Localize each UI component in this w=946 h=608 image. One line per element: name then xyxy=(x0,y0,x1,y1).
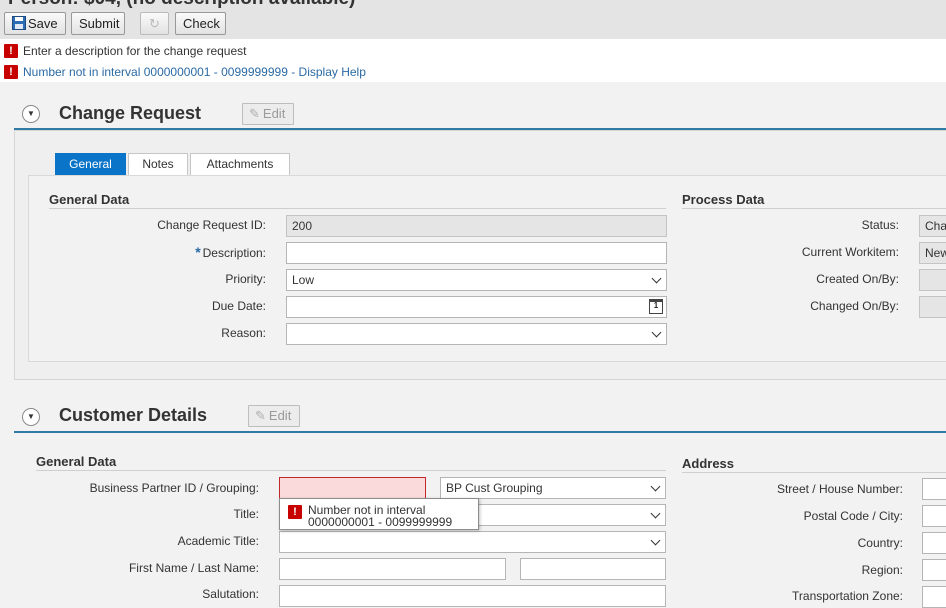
page-title: Person: $04, (no description available) xyxy=(8,0,355,10)
due-date-input[interactable]: 1 xyxy=(286,296,667,318)
section-divider xyxy=(14,431,946,433)
group-divider xyxy=(682,208,946,209)
status-field: Cha xyxy=(919,215,946,237)
group-title-process-data: Process Data xyxy=(682,192,765,207)
transportation-zone-label: Transportation Zone: xyxy=(792,589,903,603)
academic-title-select[interactable] xyxy=(279,531,666,553)
postal-code-input[interactable] xyxy=(922,505,946,527)
message-item[interactable]: ! Number not in interval 0000000001 - 009… xyxy=(4,62,366,80)
change-request-id-label: Change Request ID: xyxy=(157,218,266,232)
tooltip-line-2: 0000000001 - 0099999999 xyxy=(308,515,453,529)
pencil-icon: ✎ xyxy=(249,106,260,121)
chevron-down-icon xyxy=(650,508,661,519)
chevron-down-icon xyxy=(650,481,661,492)
collapse-toggle-icon[interactable]: ▼ xyxy=(22,105,40,123)
current-workitem-label: Current Workitem: xyxy=(801,245,899,259)
reason-select[interactable] xyxy=(286,323,667,345)
required-marker: * xyxy=(195,244,201,260)
message-text: Enter a description for the change reque… xyxy=(23,43,247,58)
transportation-zone-input[interactable] xyxy=(922,586,946,608)
calendar-icon[interactable]: 1 xyxy=(649,299,663,314)
name-label: First Name / Last Name: xyxy=(128,561,259,575)
check-button[interactable]: Check xyxy=(175,12,226,35)
edit-label: Edit xyxy=(262,106,286,121)
section-title-change-request: Change Request xyxy=(59,103,202,123)
save-button[interactable]: Save xyxy=(4,12,66,35)
tab-notes[interactable]: Notes xyxy=(128,153,188,176)
priority-value: Low xyxy=(292,273,315,287)
error-icon: ! xyxy=(4,43,18,58)
floppy-disk-icon xyxy=(12,16,26,30)
message-area: ! Enter a description for the change requ… xyxy=(0,39,946,82)
error-icon: ! xyxy=(4,64,18,79)
created-on-by-label: Created On/By: xyxy=(816,272,899,286)
title-label: Title: xyxy=(233,507,259,521)
chevron-down-icon xyxy=(650,535,661,546)
group-divider xyxy=(49,208,666,209)
due-date-label: Due Date: xyxy=(211,299,266,313)
changed-on-by-field xyxy=(919,296,946,318)
current-workitem-field: New xyxy=(919,242,946,264)
save-label: Save xyxy=(28,16,58,31)
created-on-by-field xyxy=(919,269,946,291)
submit-button[interactable]: Submit xyxy=(71,12,125,35)
street-input[interactable] xyxy=(922,478,946,500)
grouping-value: BP Cust Grouping xyxy=(446,481,543,495)
business-partner-label: Business Partner ID / Grouping: xyxy=(89,481,259,495)
chevron-down-icon xyxy=(651,327,662,338)
changed-on-by-label: Changed On/By: xyxy=(810,299,899,313)
group-divider xyxy=(682,472,946,473)
description-input[interactable] xyxy=(286,242,667,264)
edit-change-request-button[interactable]: ✎ Edit xyxy=(242,103,295,125)
pencil-icon: ✎ xyxy=(255,408,266,423)
message-item: ! Enter a description for the change requ… xyxy=(4,41,246,59)
priority-select[interactable]: Low xyxy=(286,269,667,291)
message-link[interactable]: Number not in interval 0000000001 - 0099… xyxy=(23,65,366,79)
last-name-input[interactable] xyxy=(520,558,666,580)
change-request-id-field: 200 xyxy=(286,215,667,237)
edit-label: Edit xyxy=(268,408,292,423)
edit-customer-details-button[interactable]: ✎ Edit xyxy=(248,405,301,427)
business-partner-id-input[interactable] xyxy=(279,477,426,499)
chevron-down-icon xyxy=(651,273,662,284)
refresh-button[interactable]: ↻ xyxy=(140,12,169,35)
salutation-label: Salutation: xyxy=(202,587,259,601)
postal-code-label: Postal Code / City: xyxy=(803,509,903,523)
region-label: Region: xyxy=(861,563,903,577)
first-name-input[interactable] xyxy=(279,558,506,580)
academic-title-label: Academic Title: xyxy=(177,534,259,548)
refresh-icon: ↻ xyxy=(149,16,160,31)
street-label: Street / House Number: xyxy=(776,482,903,496)
region-select[interactable] xyxy=(922,559,946,581)
salutation-input[interactable] xyxy=(279,585,666,607)
group-title-address: Address xyxy=(682,456,735,471)
group-title-general-data: General Data xyxy=(36,454,117,469)
description-label: * Description: xyxy=(100,244,266,260)
section-title-customer-details: Customer Details xyxy=(59,405,208,425)
description-label-text: Description: xyxy=(202,246,266,260)
group-divider xyxy=(36,470,666,471)
tab-general[interactable]: General xyxy=(55,153,126,176)
grouping-select[interactable]: BP Cust Grouping xyxy=(440,477,666,499)
collapse-toggle-icon[interactable]: ▼ xyxy=(22,408,40,426)
status-label: Status: xyxy=(861,218,899,232)
reason-label: Reason: xyxy=(221,326,266,340)
toolbar-area: Person: $04, (no description available) … xyxy=(0,0,946,39)
error-tooltip: ! Number not in interval 0000000001 - 00… xyxy=(279,498,479,530)
error-icon: ! xyxy=(288,505,302,519)
group-title-general-data: General Data xyxy=(49,192,130,207)
tab-attachments[interactable]: Attachments xyxy=(190,153,290,176)
country-select[interactable] xyxy=(922,532,946,554)
priority-label: Priority: xyxy=(225,272,266,286)
country-label: Country: xyxy=(857,536,903,550)
